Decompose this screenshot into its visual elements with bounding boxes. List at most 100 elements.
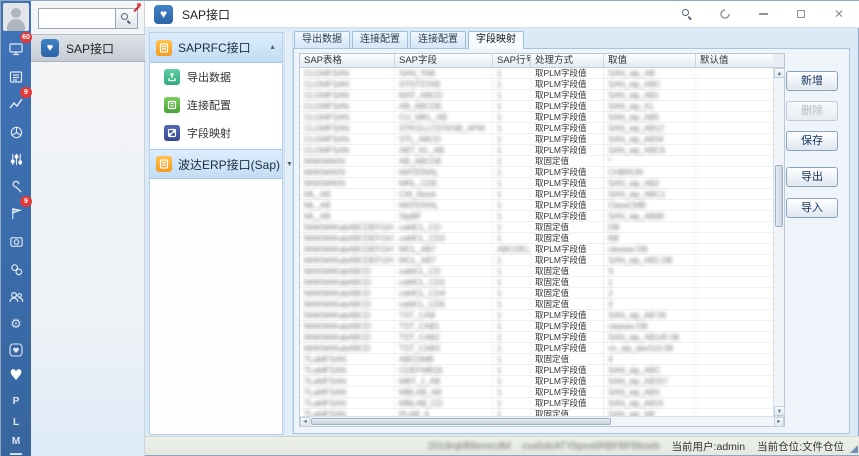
import-button[interactable]: 导入 — [786, 198, 838, 218]
table-row[interactable]: MAKMAKabABCDcaMCL_CD41取固定值2 — [300, 288, 773, 299]
nav-group-saprfc[interactable]: SAPRFC接口 ▲ — [150, 33, 282, 63]
module-item-sap[interactable]: ♥ SAP接口 — [31, 34, 145, 62]
wheel-icon[interactable] — [1, 120, 31, 144]
sap-table-cell: MAKMAKabABCD — [300, 332, 395, 342]
sap-field-cell: CU_MKL_AB — [395, 112, 493, 122]
table-row[interactable]: MAKMAKabABCDcaMCL_CD11取固定值1 — [300, 277, 773, 288]
table-row[interactable]: MAKMAKabABCDTST_CAB11取PLM字段值classes DB — [300, 321, 773, 332]
col-header-sap-field[interactable]: SAP字段 — [395, 54, 493, 67]
share-icon[interactable] — [1, 257, 31, 281]
users-icon[interactable] — [1, 285, 31, 309]
scroll-left-icon[interactable]: ◄ — [300, 417, 310, 427]
table-row[interactable]: CLGMFSANAB_ABCDE1取PLM字段值SAN_stp_A1 — [300, 101, 773, 112]
pin-icon[interactable] — [132, 3, 141, 12]
table-row[interactable]: TLaMFSANMBT_1_AB1取PLM字段值SAN_stp_AB157 — [300, 376, 773, 387]
titlebar-search-icon[interactable] — [680, 7, 694, 21]
table-row[interactable]: MAKMAKabABCDcaMCL_CD1取固定值S — [300, 266, 773, 277]
table-row[interactable]: MAKMAKabABCDTST_CAB21取PLM字段值SAN_stp_AB14… — [300, 332, 773, 343]
table-row[interactable]: CLGMFSANCU_MKL_AB1取PLM字段值SAN_stp_AB5 — [300, 112, 773, 123]
delete-button[interactable]: 删除 — [786, 101, 838, 121]
sliders-icon[interactable] — [1, 147, 31, 171]
default-cell — [696, 101, 773, 111]
tab-export-data[interactable]: 导出数据 — [294, 31, 350, 48]
table-row[interactable]: MAKMAKNAB_ABCDE1取固定值* — [300, 156, 773, 167]
table-row[interactable]: CLGMFSANSAN_TAB1取PLM字段值SAN_stp_AB — [300, 68, 773, 79]
camera-icon[interactable] — [1, 229, 31, 253]
table-row[interactable]: CLGMFSANSTKGLLCSTKNB_APM1取PLM字段值SAN_stp_… — [300, 123, 773, 134]
wrench-icon[interactable] — [1, 174, 31, 198]
table-row[interactable]: ML_ABStpBF1取PLM字段值SAN_stp_AB98 — [300, 211, 773, 222]
menu-icon[interactable] — [1, 445, 31, 456]
table-row[interactable]: CLGMFSANABT_KL_AB1取PLM字段值SAN_stp_ABC6 — [300, 145, 773, 156]
status-bar: 2019rqkfBbmxcdbf cxa5dcATYbpxs6RBFBFBkse… — [145, 436, 859, 455]
heart-shield-icon[interactable] — [1, 338, 31, 362]
search-input[interactable] — [38, 8, 115, 29]
minimize-button[interactable] — [756, 7, 770, 21]
table-row[interactable]: TLaMFSANPLAB_A1取固定值SAN_stp_AB — [300, 409, 773, 416]
col-header-default[interactable]: 默认值 — [696, 54, 773, 67]
table-row[interactable]: MAKMAKabABCDEFGHMCL_AB7ABCDEL_123取PLM字段值… — [300, 244, 773, 255]
sap-field-cell: STSTSTAB — [395, 79, 493, 89]
table-row[interactable]: MAKMAKabABCDTST_CAB1取PLM字段值SAN_stp_AB 09 — [300, 310, 773, 321]
vertical-scrollbar[interactable]: ▲ ▼ — [773, 68, 784, 416]
method-cell: 取PLM字段值 — [531, 200, 604, 210]
vertical-scroll-thumb[interactable] — [775, 165, 783, 227]
table-row[interactable]: TLaMFSANMBLAB_AB1取PLM字段值SAN_stp_AB3 — [300, 387, 773, 398]
flag-icon[interactable]: 9 — [1, 201, 31, 225]
tab-field-mapping[interactable]: 字段映射 — [468, 31, 524, 49]
nav-item-connection-config[interactable]: 连接配置 — [150, 91, 282, 119]
add-button[interactable]: 新增 — [786, 71, 838, 91]
table-row[interactable]: TLaMFSANMBLAB_CD1取PLM字段值SAN_stp_AB15 — [300, 398, 773, 409]
monitor-icon[interactable]: 60 — [1, 37, 31, 61]
table-row[interactable]: CLGMFSANSTSTSTAB1取PLM字段值SAN_stp_ABC — [300, 79, 773, 90]
tab-connection-config-1[interactable]: 连接配置 — [352, 31, 408, 48]
table-row[interactable]: MAKMAKabABCDcaMCL_CD51取固定值3 — [300, 299, 773, 310]
close-button[interactable]: ✕ — [832, 7, 846, 21]
document-icon[interactable] — [1, 65, 31, 89]
table-row[interactable]: TLaMFSANABCDMB1取固定值4 — [300, 354, 773, 365]
titlebar: ♥ SAP接口 ✕ — [145, 1, 859, 28]
table-corner — [773, 54, 784, 68]
heart-icon[interactable]: ♥ — [1, 363, 31, 387]
expand-arrow-icon: ▼ — [286, 161, 293, 168]
col-header-value[interactable]: 取值 — [604, 54, 696, 67]
refresh-icon[interactable] — [718, 7, 732, 21]
table-row[interactable]: TLaMFSANCDEFMB181取PLM字段值SAN_stp_ABC — [300, 365, 773, 376]
col-header-sap-line[interactable]: SAP行号 — [493, 54, 531, 67]
scroll-down-icon[interactable]: ▼ — [774, 406, 785, 416]
nav-item-field-mapping[interactable]: 字段映射 — [150, 119, 282, 147]
panel-splitter[interactable] — [284, 32, 293, 435]
value-cell: BB — [604, 233, 696, 243]
maximize-button[interactable] — [794, 7, 808, 21]
col-header-sap-table[interactable]: SAP表格 — [300, 54, 395, 67]
table-row[interactable]: MAKMAKabABCDEFGHcaMCL_CD1取固定值DB — [300, 222, 773, 233]
resize-grip[interactable] — [850, 445, 858, 453]
tab-connection-config-2[interactable]: 连接配置 — [410, 31, 466, 48]
col-header-method[interactable]: 处理方式 — [531, 54, 604, 67]
export-button[interactable]: 导出 — [786, 167, 838, 187]
table-row[interactable]: MAKMAKabABCDTST_CAB31取PLM字段值cn_stp_abc51… — [300, 343, 773, 354]
table-row[interactable]: ML_ABMATERIAL1取PLM字段值ClassCMB — [300, 200, 773, 211]
table-row[interactable]: CLGMFSANSTL_ABCD1取PLM字段值SAN_stp_AB34 — [300, 134, 773, 145]
sap-table-cell: MAKMAKabABCDEFGH — [300, 233, 395, 243]
nav-group-boda-erp[interactable]: 波达ERP接口(Sap) ▼ — [150, 149, 282, 179]
sap-field-cell: caMCL_CD — [395, 266, 493, 276]
avatar[interactable] — [3, 3, 29, 31]
gear-icon[interactable]: ⚙ — [1, 312, 31, 336]
save-button[interactable]: 保存 — [786, 131, 838, 151]
default-cell — [696, 398, 773, 408]
nav-item-export-data[interactable]: 导出数据 — [150, 63, 282, 91]
table-row[interactable]: ML_ABCM_Stock1取PLM字段值SAN_stp_ABC1 — [300, 189, 773, 200]
table-row[interactable]: MAKMAKNMRL_CDE1取PLM字段值SAN_stp_AB2 — [300, 178, 773, 189]
scroll-right-icon[interactable]: ► — [774, 417, 784, 427]
table-row[interactable]: MAKMAKNMATERIAL1取PLM字段值CHBROR — [300, 167, 773, 178]
scroll-up-icon[interactable]: ▲ — [774, 68, 785, 78]
chart-icon[interactable]: 9 — [1, 92, 31, 116]
horizontal-scrollbar[interactable]: ◄ ► — [300, 416, 784, 426]
sap-field-cell: MCL_AB7 — [395, 244, 493, 254]
horizontal-scroll-thumb[interactable] — [311, 418, 611, 425]
table-row[interactable]: MAKMAKabABCDEFGHMCL_AB71取PLM字段值SAN_stp_A… — [300, 255, 773, 266]
sap-table-cell: MAKMAKabABCD — [300, 288, 395, 298]
table-row[interactable]: CLGMFSANMAT_ABCD1取PLM字段值SAN_stp_AB1 — [300, 90, 773, 101]
table-row[interactable]: MAKMAKabABCDEFGHcaMCL_CD21取固定值BB — [300, 233, 773, 244]
